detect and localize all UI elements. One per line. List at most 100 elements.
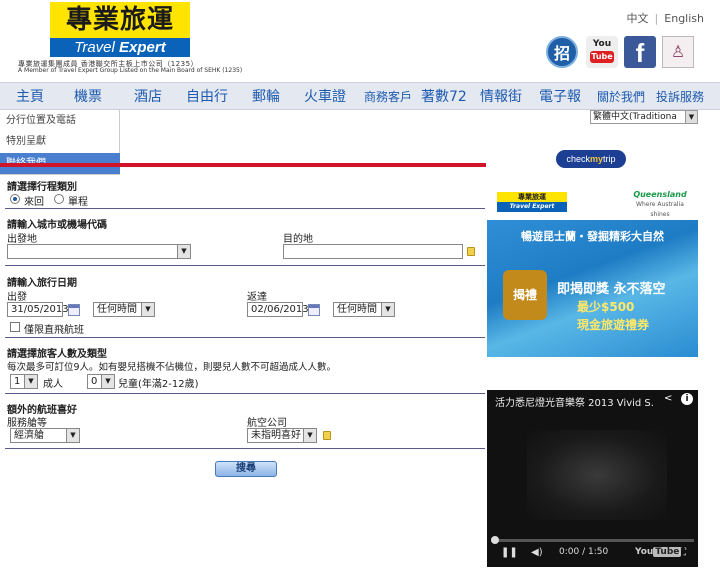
nav-hotels[interactable]: 酒店 — [134, 83, 162, 111]
video-title[interactable]: 活力悉尼燈光音樂祭 2013 Vivid S... — [495, 394, 655, 409]
chevron-down-icon: ▼ — [141, 303, 154, 316]
chevron-down-icon: ▼ — [303, 429, 316, 442]
nav-info[interactable]: 情報街 — [480, 83, 522, 111]
roundtrip-label: 來回 — [24, 197, 44, 208]
mascot-icon[interactable]: ♙ — [662, 36, 694, 68]
child-count-value: 0 — [91, 376, 98, 387]
chevron-down-icon: ▼ — [177, 245, 190, 258]
calendar-icon[interactable] — [308, 304, 320, 316]
main-nav: 主頁 機票 酒店 自由行 郵輪 火車證 商務客戶 著數72 情報街 電子報 關於… — [0, 82, 720, 110]
video-progress-bar[interactable] — [491, 536, 694, 544]
nav-flights[interactable]: 機票 — [74, 83, 102, 111]
destination-label: 目的地 — [283, 234, 313, 245]
section-divider — [5, 448, 485, 449]
oneway-label: 單程 — [68, 197, 88, 208]
ad-line-2: 最少$500 — [577, 300, 635, 314]
youtube-logo[interactable]: You Tube — [635, 547, 682, 557]
nav-rail-pass[interactable]: 火車證 — [304, 83, 346, 111]
nav-about[interactable]: 關於我們 — [597, 83, 645, 111]
youtube-icon[interactable]: You Tube — [586, 36, 618, 68]
section-divider — [5, 337, 485, 338]
origin-label: 出發地 — [7, 234, 37, 245]
chevron-down-icon: ▼ — [66, 429, 79, 442]
nav-deals[interactable]: 著數72 — [421, 83, 467, 111]
language-switcher: 中文 | English — [627, 10, 704, 26]
lang-chinese-link[interactable]: 中文 — [627, 12, 649, 25]
share-icon[interactable]: < — [664, 394, 674, 404]
nav-newsletter[interactable]: 電子報 — [539, 83, 581, 111]
depart-time-value: 任何時間 — [97, 304, 137, 315]
chevron-down-icon: ▼ — [24, 375, 37, 388]
chevron-down-icon: ▼ — [381, 303, 394, 316]
logo-chinese-text: 專業旅運 — [65, 5, 174, 35]
facebook-icon[interactable]: f — [624, 36, 656, 68]
info-icon[interactable]: i — [681, 393, 693, 405]
recruit-icon[interactable]: 招 — [546, 36, 578, 68]
trip-type-title: 請選擇行程類別 — [7, 182, 77, 193]
passenger-title: 請選擇旅客人數及類型 — [7, 349, 107, 360]
nav-home[interactable]: 主頁 — [16, 83, 44, 111]
submenu-specials[interactable]: 特別呈獻 — [0, 131, 120, 152]
nav-cruises[interactable]: 郵輪 — [252, 83, 280, 111]
progress-knob[interactable] — [491, 536, 499, 544]
fullscreen-icon[interactable]: ⛶ — [679, 547, 686, 558]
child-count-select[interactable]: 0 ▼ — [87, 374, 115, 389]
return-date-input[interactable]: 02/06/2013 — [247, 302, 309, 317]
ad-headline: 暢遊昆士蘭・發掘精彩大自然 — [521, 230, 664, 243]
calendar-icon[interactable] — [68, 304, 80, 316]
company-english-line: A Member of Travel Expert Group Listed o… — [18, 67, 243, 74]
direct-only-checkbox[interactable] — [10, 322, 20, 332]
chevron-down-icon: ▼ — [685, 111, 697, 123]
return-time-value: 任何時間 — [337, 304, 377, 315]
nav-complaints[interactable]: 投訴服務 — [656, 83, 704, 111]
class-select[interactable]: 經濟艙 ▼ — [10, 428, 80, 443]
airline-select[interactable]: 未指明喜好 ▼ — [247, 428, 317, 443]
origin-select[interactable]: ▼ — [7, 244, 191, 259]
lang-separator: | — [654, 12, 659, 25]
child-label: 兒童(年滿2-12歲) — [118, 379, 199, 390]
depart-time-select[interactable]: 任何時間 ▼ — [93, 302, 155, 317]
adult-count-value: 1 — [14, 376, 21, 387]
return-time-select[interactable]: 任何時間 ▼ — [333, 302, 395, 317]
youtube-video-player[interactable]: 活力悉尼燈光音樂祭 2013 Vivid S... < i ❚❚ ◀) 0:00… — [487, 390, 698, 567]
search-button[interactable]: 搜尋 — [215, 461, 277, 477]
destination-input[interactable] — [283, 244, 463, 259]
video-frame — [527, 430, 667, 520]
video-time: 0:00 / 1:50 — [559, 547, 609, 557]
queensland-logo[interactable]: Queensland Where Australia shines — [630, 190, 690, 218]
depart-label: 出發 — [7, 292, 27, 303]
nav-corporate[interactable]: 商務客戶 — [364, 83, 412, 111]
return-label: 返達 — [247, 292, 267, 303]
submenu-branches[interactable]: 分行位置及電話 — [0, 110, 120, 131]
nav-packages[interactable]: 自由行 — [186, 83, 228, 111]
oneway-radio[interactable] — [54, 194, 64, 204]
chevron-down-icon: ▼ — [101, 375, 114, 388]
date-title: 請輸入旅行日期 — [7, 278, 77, 289]
checkmytrip-button[interactable]: checkmytrip — [556, 150, 626, 168]
roundtrip-radio[interactable] — [10, 194, 20, 204]
class-value: 經濟艙 — [14, 430, 44, 441]
queensland-promo-banner[interactable]: 暢遊昆士蘭・發掘精彩大自然 揭禮 即揭即獎 永不落空 最少$500 現金旅遊禮券 — [487, 220, 698, 357]
airline-lookup-icon[interactable] — [323, 431, 331, 440]
direct-only-label: 僅限直飛航班 — [24, 325, 84, 336]
destination-lookup-icon[interactable] — [467, 247, 475, 256]
city-title: 請輸入城市或機場代碼 — [7, 220, 107, 231]
volume-icon[interactable]: ◀) — [531, 547, 543, 558]
section-divider — [5, 208, 485, 209]
red-divider — [0, 163, 486, 167]
travel-expert-mini-logo[interactable]: 專業旅運 Travel Expert — [497, 192, 567, 212]
adult-count-select[interactable]: 1 ▼ — [10, 374, 38, 389]
passenger-note: 每次最多可訂位9人。如有嬰兒搭機不佔機位，則嬰兒人數不可超過成人人數。 — [7, 362, 337, 373]
ad-line-1: 即揭即獎 永不落空 — [557, 282, 666, 297]
travel-expert-logo[interactable]: 專業旅運 Travel Expert — [50, 2, 190, 57]
depart-date-input[interactable]: 31/05/2013 — [7, 302, 69, 317]
adult-label: 成人 — [43, 379, 63, 390]
section-divider — [5, 265, 485, 266]
airline-value: 未指明喜好 — [251, 430, 301, 441]
ad-line-3: 現金旅遊禮券 — [577, 318, 650, 332]
logo-english-text: Travel Expert — [50, 38, 190, 57]
pause-icon[interactable]: ❚❚ — [501, 547, 518, 558]
section-divider — [5, 393, 485, 394]
lang-english-link[interactable]: English — [664, 12, 704, 25]
site-language-select[interactable]: 繁體中文(Traditiona ▼ — [590, 110, 698, 124]
